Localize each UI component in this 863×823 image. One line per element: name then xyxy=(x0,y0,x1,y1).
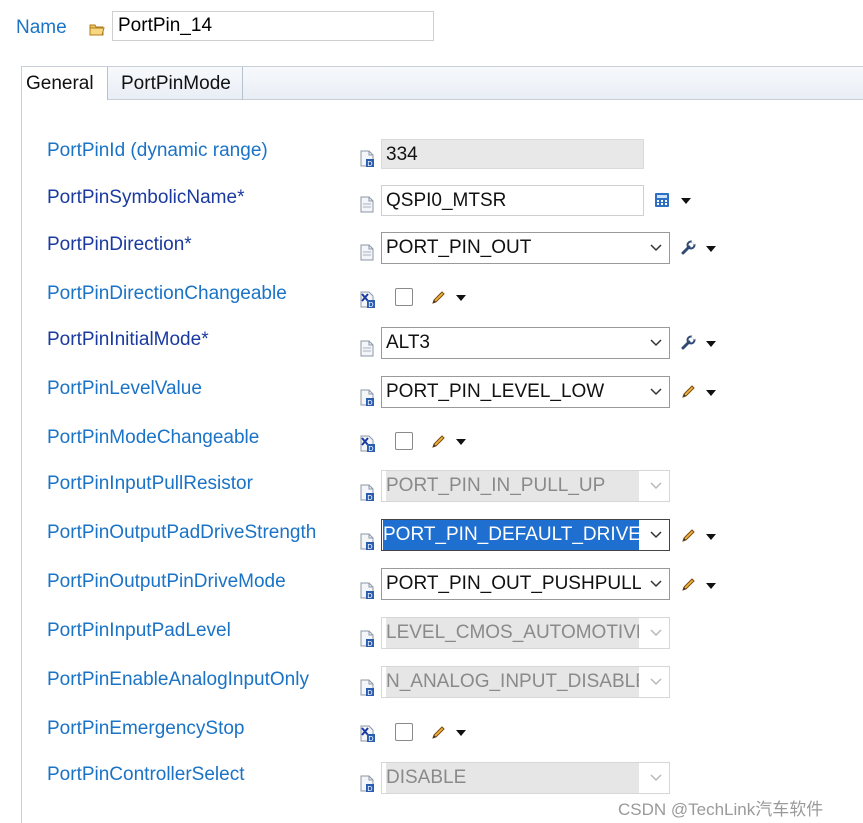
portpinoutputpindrivemode-value: PORT_PIN_OUT_PUSHPULL xyxy=(386,573,641,594)
portpinmodechangeable-checkbox[interactable] xyxy=(395,432,413,450)
dropdown-arrow-icon[interactable] xyxy=(705,389,717,397)
pencil-icon[interactable] xyxy=(430,434,446,450)
portpinsymbolicname-label: PortPinSymbolicName* xyxy=(47,187,245,208)
wrench-icon[interactable] xyxy=(680,335,696,351)
watermark-text: CSDN @TechLink汽车软件 xyxy=(618,800,824,819)
portpinenableanaloginputonly-value: N_ANALOG_INPUT_DISABLE xyxy=(386,667,639,697)
portpinenableanaloginputonly-label: PortPinEnableAnalogInputOnly xyxy=(47,669,309,690)
config-doc-icon xyxy=(360,389,374,406)
chevron-down-icon[interactable] xyxy=(649,386,663,398)
derived-doc-icon xyxy=(360,291,376,308)
portpininputpullresistor-select: PORT_PIN_IN_PULL_UP xyxy=(381,470,670,502)
portpinmodechangeable-label: PortPinModeChangeable xyxy=(47,427,260,448)
pencil-icon[interactable] xyxy=(680,577,696,593)
portpinoutputpaddrivestrength-select[interactable]: PORT_PIN_DEFAULT_DRIVER xyxy=(381,519,670,551)
config-doc-icon xyxy=(360,775,374,792)
portpindirection-value: PORT_PIN_OUT xyxy=(386,237,532,258)
portpininitialmode-value: ALT3 xyxy=(386,332,431,353)
config-doc-icon xyxy=(360,630,374,647)
portpininitialmode-label: PortPinInitialMode* xyxy=(47,329,209,350)
calculator-icon[interactable] xyxy=(654,192,670,208)
wrench-icon[interactable] xyxy=(680,240,696,256)
portpinoutputpaddrivestrength-label: PortPinOutputPadDriveStrength xyxy=(47,522,317,543)
portpindirectionchangeable-label: PortPinDirectionChangeable xyxy=(47,283,287,304)
chevron-down-icon xyxy=(649,627,663,639)
portpindirection-label: PortPinDirection* xyxy=(47,234,192,255)
config-doc-icon xyxy=(360,582,374,599)
portpincontrollerselect-select: DISABLE xyxy=(381,762,670,794)
portpininputpullresistor-label: PortPinInputPullResistor xyxy=(47,473,253,494)
portpinlevelvalue-label: PortPinLevelValue xyxy=(47,378,202,399)
portpinemergencystop-label: PortPinEmergencyStop xyxy=(47,718,245,739)
doc-icon xyxy=(360,340,374,357)
derived-doc-icon xyxy=(360,725,376,742)
portpinlevelvalue-select[interactable]: PORT_PIN_LEVEL_LOW xyxy=(381,376,670,408)
portpinoutputpindrivemode-label: PortPinOutputPinDriveMode xyxy=(47,571,286,592)
chevron-down-icon[interactable] xyxy=(649,337,663,349)
config-doc-icon xyxy=(360,533,374,550)
config-doc-icon xyxy=(360,150,374,167)
chevron-down-icon xyxy=(649,676,663,688)
pencil-icon[interactable] xyxy=(430,290,446,306)
dropdown-arrow-icon[interactable] xyxy=(680,197,692,205)
dropdown-arrow-icon[interactable] xyxy=(705,245,717,253)
portpinlevelvalue-value: PORT_PIN_LEVEL_LOW xyxy=(386,381,605,402)
config-doc-icon xyxy=(360,679,374,696)
dropdown-arrow-icon[interactable] xyxy=(455,294,467,302)
portpinenableanaloginputonly-select: N_ANALOG_INPUT_DISABLE xyxy=(381,666,670,698)
chevron-down-icon xyxy=(649,480,663,492)
portpinsymbolicname-input[interactable]: QSPI0_MTSR xyxy=(381,185,644,216)
dropdown-arrow-icon[interactable] xyxy=(455,729,467,737)
derived-doc-icon xyxy=(360,435,376,452)
portpininitialmode-select[interactable]: ALT3 xyxy=(381,327,670,359)
dropdown-arrow-icon[interactable] xyxy=(705,582,717,590)
portpininputpadlevel-label: PortPinInputPadLevel xyxy=(47,620,231,641)
pencil-icon[interactable] xyxy=(680,528,696,544)
config-doc-icon xyxy=(360,484,374,501)
chevron-down-icon[interactable] xyxy=(649,578,663,590)
doc-icon xyxy=(360,244,374,261)
portpinoutputpindrivemode-select[interactable]: PORT_PIN_OUT_PUSHPULL xyxy=(381,568,670,600)
portpindirectionchangeable-checkbox[interactable] xyxy=(395,288,413,306)
portpinoutputpaddrivestrength-value: PORT_PIN_DEFAULT_DRIVER xyxy=(383,520,639,550)
dropdown-arrow-icon[interactable] xyxy=(455,438,467,446)
portpininputpadlevel-select: LEVEL_CMOS_AUTOMOTIVE xyxy=(381,617,670,649)
portpininputpadlevel-value: LEVEL_CMOS_AUTOMOTIVE xyxy=(386,618,639,648)
chevron-down-icon[interactable] xyxy=(649,242,663,254)
chevron-down-icon xyxy=(649,772,663,784)
dropdown-arrow-icon[interactable] xyxy=(705,340,717,348)
pencil-icon[interactable] xyxy=(430,725,446,741)
portpincontrollerselect-value: DISABLE xyxy=(386,763,639,793)
tab-general[interactable]: General xyxy=(22,67,108,100)
portpindirection-select[interactable]: PORT_PIN_OUT xyxy=(381,232,670,264)
doc-icon xyxy=(360,196,374,213)
name-label: Name xyxy=(16,17,67,38)
chevron-down-icon[interactable] xyxy=(649,529,663,541)
dropdown-arrow-icon[interactable] xyxy=(705,533,717,541)
pencil-icon[interactable] xyxy=(680,384,696,400)
portpincontrollerselect-label: PortPinControllerSelect xyxy=(47,764,245,785)
portpininputpullresistor-value: PORT_PIN_IN_PULL_UP xyxy=(386,471,639,501)
portpinid-field: 334 xyxy=(381,139,644,169)
portpinemergencystop-checkbox[interactable] xyxy=(395,723,413,741)
portpinid-label: PortPinId (dynamic range) xyxy=(47,140,268,161)
folder-icon xyxy=(89,24,105,36)
tab-portpinmode[interactable]: PortPinMode xyxy=(117,67,243,100)
name-input[interactable] xyxy=(112,11,434,41)
